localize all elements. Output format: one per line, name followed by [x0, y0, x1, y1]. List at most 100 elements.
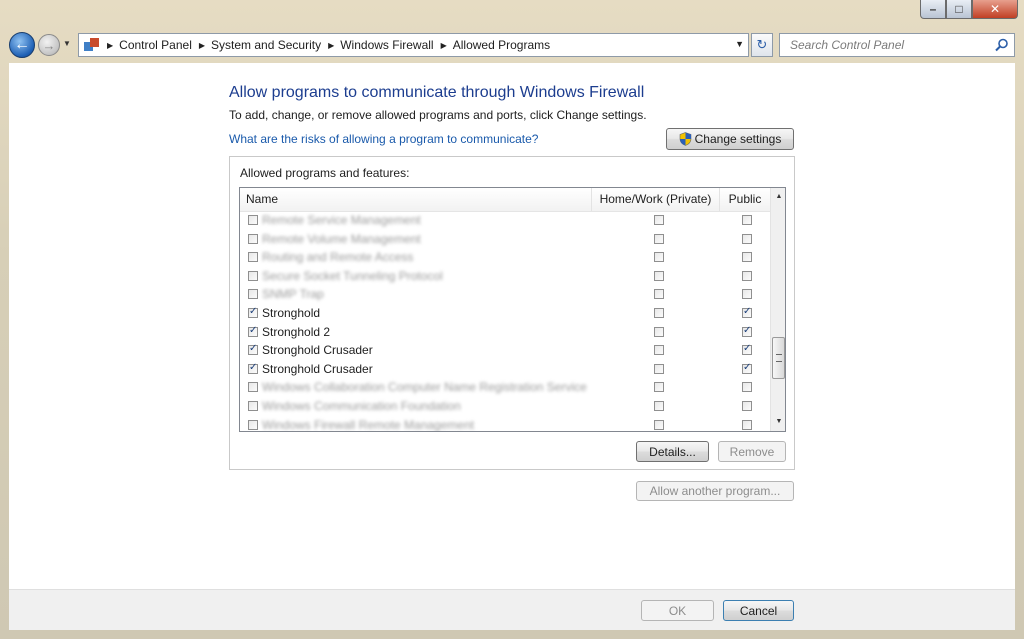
ok-button[interactable]: OK [641, 600, 714, 621]
list-scrollbar[interactable]: ▲ ▼ [770, 188, 785, 431]
home-work-checkbox[interactable] [654, 419, 664, 430]
program-enabled-checkbox[interactable] [248, 382, 258, 393]
page-title: Allow programs to communicate through Wi… [229, 84, 645, 101]
program-enabled-checkbox[interactable] [248, 400, 258, 411]
details-button[interactable]: Details... [636, 441, 709, 462]
home-work-checkbox[interactable] [654, 270, 664, 281]
breadcrumb-system-and-security[interactable]: System and Security [211, 38, 321, 52]
breadcrumb-windows-firewall[interactable]: Windows Firewall [340, 38, 433, 52]
program-row[interactable]: Windows Firewall Remote Management [240, 416, 770, 431]
program-name: Stronghold Crusader [262, 343, 373, 358]
program-row[interactable]: Remote Volume Management [240, 230, 770, 249]
public-checkbox[interactable] [742, 343, 752, 356]
home-work-checkbox[interactable] [654, 400, 664, 411]
breadcrumb-separator-icon[interactable]: ▶ [441, 41, 447, 50]
public-checkbox[interactable] [742, 252, 752, 263]
public-checkbox[interactable] [742, 362, 752, 374]
dialog-footer: OK Cancel [9, 589, 1015, 630]
program-row[interactable]: Secure Socket Tunneling Protocol [240, 267, 770, 286]
public-checkbox[interactable] [742, 270, 752, 281]
search-icon[interactable] [995, 38, 1009, 52]
program-name: Secure Socket Tunneling Protocol [262, 268, 443, 283]
program-enabled-checkbox[interactable] [248, 252, 258, 263]
home-work-checkbox[interactable] [654, 345, 664, 356]
maximize-button[interactable]: □ [946, 0, 972, 19]
navigation-bar: ← → ▼ ▶ Control Panel ▶ System and Secur… [0, 28, 1024, 62]
program-enabled-checkbox[interactable] [248, 215, 258, 225]
minimize-icon: – [929, 2, 937, 16]
recent-pages-dropdown-icon[interactable]: ▼ [63, 39, 73, 51]
public-checkbox[interactable] [742, 215, 752, 225]
public-checkbox[interactable] [742, 233, 752, 244]
program-row[interactable]: Windows Communication Foundation [240, 397, 770, 416]
program-row[interactable]: Stronghold 2 [240, 323, 770, 342]
content-pane: Allow programs to communicate through Wi… [9, 63, 1015, 589]
program-name: SNMP Trap [262, 287, 324, 302]
program-name: Windows Collaboration Computer Name Regi… [262, 380, 587, 395]
column-header-home-work[interactable]: Home/Work (Private) [592, 188, 720, 211]
home-work-checkbox[interactable] [654, 233, 664, 244]
column-header-public[interactable]: Public [720, 188, 770, 211]
program-enabled-checkbox[interactable] [248, 270, 258, 281]
program-enabled-checkbox[interactable] [248, 343, 258, 356]
scrollbar-thumb[interactable] [772, 337, 785, 379]
home-work-checkbox[interactable] [654, 252, 664, 263]
program-enabled-checkbox[interactable] [248, 233, 258, 244]
program-row[interactable]: SNMP Trap [240, 285, 770, 304]
search-input[interactable] [788, 37, 992, 53]
public-checkbox[interactable] [742, 306, 752, 318]
list-header: Name Home/Work (Private) Public [240, 188, 770, 212]
breadcrumb-separator-icon[interactable]: ▶ [107, 41, 113, 50]
home-work-checkbox[interactable] [654, 363, 664, 374]
column-header-name[interactable]: Name [240, 188, 592, 211]
cancel-button[interactable]: Cancel [723, 600, 794, 621]
programs-list: Name Home/Work (Private) Public Remote S… [239, 187, 786, 432]
program-row[interactable]: Remote Service Management [240, 211, 770, 230]
program-row[interactable]: Stronghold Crusader [240, 341, 770, 360]
program-row[interactable]: Routing and Remote Access [240, 248, 770, 267]
close-button[interactable]: ✕ [972, 0, 1018, 19]
home-work-checkbox[interactable] [654, 289, 664, 300]
back-button[interactable]: ← [9, 32, 35, 58]
scroll-up-arrow-icon[interactable]: ▲ [773, 190, 785, 204]
change-settings-button[interactable]: Change settings [666, 128, 794, 150]
minimize-button[interactable]: – [920, 0, 946, 19]
home-work-checkbox[interactable] [654, 382, 664, 393]
allow-another-program-button[interactable]: Allow another program... [636, 481, 794, 501]
program-enabled-checkbox[interactable] [248, 362, 258, 374]
address-bar[interactable]: ▶ Control Panel ▶ System and Security ▶ … [78, 33, 749, 57]
breadcrumb-allowed-programs[interactable]: Allowed Programs [453, 38, 550, 52]
program-enabled-checkbox[interactable] [248, 419, 258, 430]
public-checkbox[interactable] [742, 400, 752, 411]
public-checkbox[interactable] [742, 289, 752, 300]
home-work-checkbox[interactable] [654, 215, 664, 225]
program-enabled-checkbox[interactable] [248, 289, 258, 300]
public-checkbox[interactable] [742, 325, 752, 337]
program-rows: Remote Service Management Remote Volume … [240, 211, 770, 431]
caption-buttons: – □ ✕ [920, 0, 1018, 19]
forward-arrow-icon: → [42, 37, 56, 53]
public-checkbox[interactable] [742, 382, 752, 393]
forward-button[interactable]: → [38, 34, 60, 56]
remove-button[interactable]: Remove [718, 441, 786, 462]
public-checkbox[interactable] [742, 419, 752, 430]
home-work-checkbox[interactable] [654, 307, 664, 318]
program-name: Remote Service Management [262, 213, 421, 227]
scroll-down-arrow-icon[interactable]: ▼ [773, 415, 785, 429]
refresh-icon: ↻ [756, 37, 768, 52]
program-row[interactable]: Windows Collaboration Computer Name Regi… [240, 378, 770, 397]
breadcrumb-separator-icon[interactable]: ▶ [328, 41, 334, 50]
breadcrumb-control-panel[interactable]: Control Panel [119, 38, 192, 52]
address-dropdown-icon[interactable]: ▼ [735, 39, 744, 49]
program-row[interactable]: Stronghold [240, 304, 770, 323]
program-enabled-checkbox[interactable] [248, 325, 258, 337]
program-enabled-checkbox[interactable] [248, 306, 258, 318]
search-box[interactable] [779, 33, 1015, 57]
program-row[interactable]: Stronghold Crusader [240, 360, 770, 379]
home-work-checkbox[interactable] [654, 326, 664, 337]
control-panel-icon [84, 38, 100, 52]
breadcrumb-separator-icon[interactable]: ▶ [199, 41, 205, 50]
risks-help-link[interactable]: What are the risks of allowing a program… [229, 132, 538, 146]
refresh-button[interactable]: ↻ [751, 33, 773, 57]
instructions-text: To add, change, or remove allowed progra… [229, 108, 647, 122]
